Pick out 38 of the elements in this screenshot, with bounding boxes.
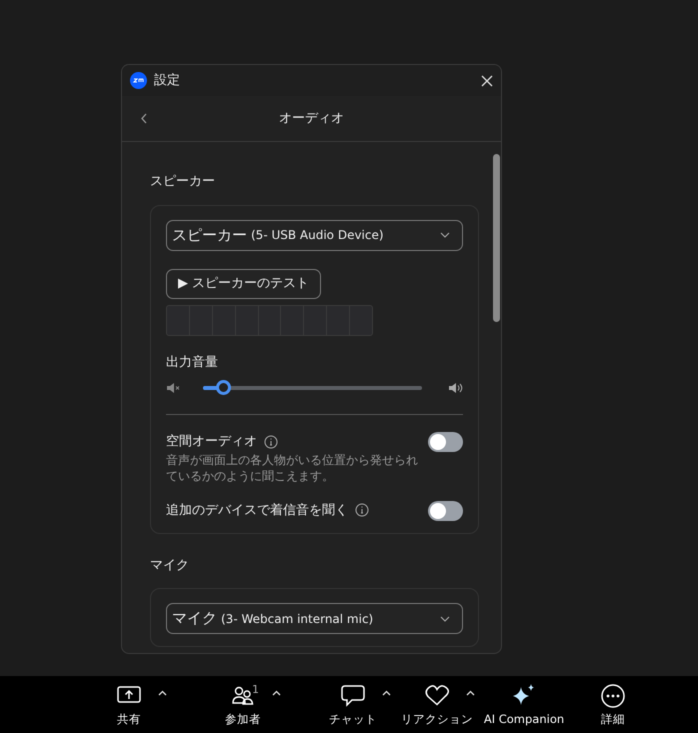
toolbar-button[interactable]: チャット xyxy=(329,684,377,728)
toolbar-button[interactable]: AI Companion xyxy=(484,684,564,728)
toggle-switch[interactable] xyxy=(428,500,463,520)
mute-icon xyxy=(166,382,181,394)
back-icon[interactable] xyxy=(141,113,148,124)
app-logo-icon xyxy=(130,72,147,89)
info-icon[interactable] xyxy=(264,434,278,449)
heart-icon xyxy=(425,684,449,708)
chevron-up-icon[interactable] xyxy=(272,690,281,696)
volume-label: 出力音量 xyxy=(166,354,219,372)
chevron-up-icon[interactable] xyxy=(466,690,475,696)
setting-label: 空間オーディオ xyxy=(166,433,257,451)
device-dropdown[interactable]: マイク (3- Webcam internal mic) xyxy=(166,603,463,634)
toolbar-button[interactable]: リアクション xyxy=(401,684,473,728)
close-icon[interactable] xyxy=(481,74,493,86)
chevron-up-icon[interactable] xyxy=(382,690,391,696)
section-heading: マイク xyxy=(150,556,190,574)
scrollbar-thumb[interactable] xyxy=(493,154,500,322)
chevron-down-icon xyxy=(440,616,450,622)
volume-icon xyxy=(448,382,463,394)
setting-description: 音声が画面上の各人物がいる位置から発せられているかのように聞こえます。 xyxy=(166,452,419,484)
test-speaker-button[interactable]: ▶ スピーカーのテスト xyxy=(166,268,322,298)
toolbar-button[interactable]: 参加者 1 xyxy=(225,684,261,728)
section-heading: スピーカー xyxy=(150,173,216,191)
window-title: 設定 xyxy=(154,72,180,90)
setting-label: 追加のデバイスで着信音を聞く xyxy=(166,502,348,520)
slider-thumb[interactable] xyxy=(216,380,231,395)
toolbar-button[interactable]: 詳細 xyxy=(601,684,625,728)
toggle-switch[interactable] xyxy=(428,432,463,452)
chevron-up-icon[interactable] xyxy=(158,690,167,696)
info-icon[interactable] xyxy=(354,503,368,518)
toolbar-button[interactable]: 共有 xyxy=(117,684,141,728)
chat-icon xyxy=(341,684,365,708)
chevron-down-icon xyxy=(440,232,450,238)
page-title: オーディオ xyxy=(279,110,344,126)
device-dropdown[interactable]: スピーカー (5- USB Audio Device) xyxy=(166,220,463,250)
more-icon xyxy=(601,684,625,708)
participant-count: 1 xyxy=(252,682,259,698)
